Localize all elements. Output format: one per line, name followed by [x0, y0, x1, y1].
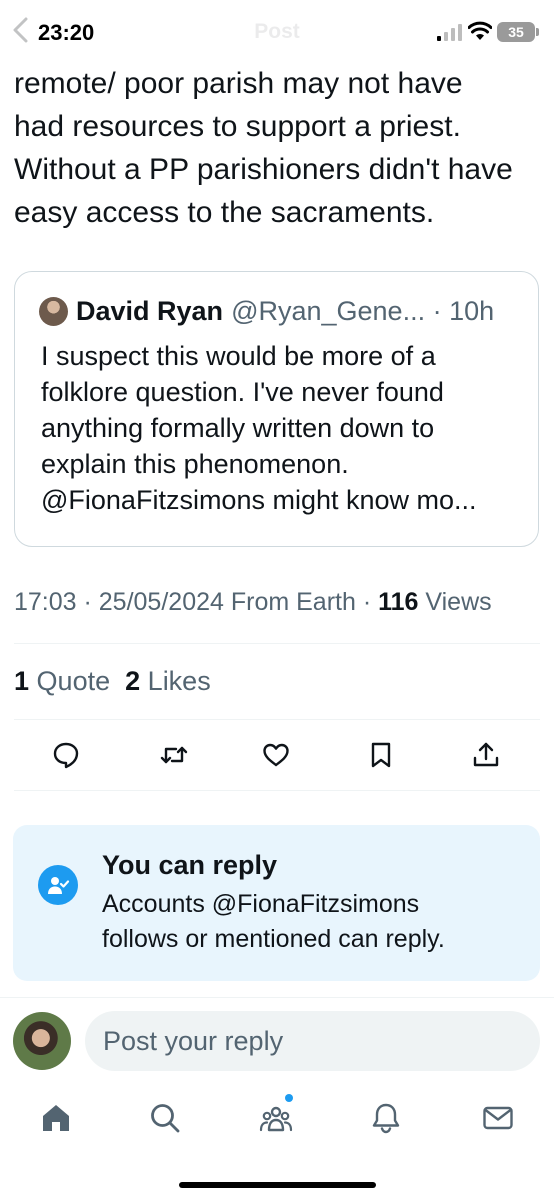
post-text-line: easy access to the sacraments. — [14, 196, 435, 229]
communities-badge-dot — [285, 1094, 293, 1102]
quoted-text-line: @FionaFitzsimons might know mo... — [41, 485, 477, 515]
messages-icon — [483, 1106, 513, 1130]
post-text-line: Without a PP parishioners didn't have — [14, 153, 513, 186]
post-text-line: had resources to support a priest. — [14, 110, 461, 143]
quoted-post-header: David Ryan @Ryan_Gene... · 10h — [39, 294, 522, 328]
reply-restriction-card: You can reply Accounts @FionaFitzsimons … — [13, 825, 540, 981]
divider — [14, 790, 540, 791]
quoted-text-line: anything formally written down to — [41, 413, 435, 443]
quoted-text-line: I suspect this would be more of a — [41, 341, 436, 371]
like-button[interactable] — [261, 740, 291, 770]
battery-nub — [536, 28, 539, 36]
quoted-author-handle: @Ryan_Gene... · 10h — [231, 295, 495, 326]
status-bar: Post 23:20 35 — [0, 0, 554, 66]
reply-restriction-title: You can reply — [102, 850, 278, 880]
reply-icon — [53, 742, 79, 769]
repost-button[interactable] — [159, 740, 189, 770]
battery-indicator: 35 — [497, 22, 535, 42]
notifications-icon — [372, 1103, 400, 1134]
repost-icon — [160, 746, 188, 764]
tab-home[interactable] — [39, 1101, 73, 1135]
reply-input[interactable] — [85, 1011, 540, 1071]
cellular-signal-icon — [437, 24, 462, 41]
tab-search[interactable] — [148, 1101, 182, 1135]
likes-count[interactable]: 2 — [125, 666, 140, 696]
post-stats: 1 Quote 2 Likes — [14, 666, 211, 697]
quotes-count[interactable]: 1 — [14, 666, 29, 696]
quotes-label[interactable]: Quote — [37, 666, 111, 696]
home-indicator[interactable] — [179, 1182, 376, 1188]
home-icon — [43, 1105, 69, 1131]
divider — [14, 719, 540, 720]
communities-icon — [259, 1106, 293, 1132]
bookmark-button[interactable] — [366, 740, 396, 770]
post-meta: 17:03 · 25/05/2024 From Earth · 116 View… — [14, 588, 554, 617]
quoted-post-text: I suspect this would be more of a folklo… — [41, 338, 521, 518]
bookmark-icon — [371, 742, 391, 768]
user-check-icon — [48, 877, 70, 894]
like-icon — [263, 743, 289, 767]
post-timestamp: 17:03 · 25/05/2024 From Earth · — [14, 588, 379, 616]
tab-communities[interactable] — [259, 1101, 293, 1135]
share-button[interactable] — [471, 740, 501, 770]
reply-permission-badge — [38, 865, 78, 905]
quoted-author-avatar — [39, 296, 68, 326]
share-icon — [473, 742, 499, 767]
wifi-icon — [468, 21, 492, 40]
quoted-post-card[interactable]: David Ryan @Ryan_Gene... · 10h I suspect… — [14, 271, 539, 547]
views-label[interactable]: Views — [418, 588, 491, 616]
composer-divider — [0, 997, 554, 998]
divider — [14, 643, 540, 644]
post-text: remote/ poor parish may not have had res… — [14, 62, 544, 234]
tab-messages[interactable] — [481, 1101, 515, 1135]
user-avatar[interactable] — [13, 1012, 71, 1070]
post-detail-screen: remote/ poor parish may not have had res… — [0, 0, 554, 1200]
tab-notifications[interactable] — [369, 1101, 403, 1135]
reply-restriction-line: follows or mentioned can reply. — [102, 925, 445, 953]
post-text-line: remote/ poor parish may not have — [14, 67, 463, 100]
reply-restriction-line: Accounts @FionaFitzsimons — [102, 890, 420, 918]
status-time: 23:20 — [38, 20, 95, 45]
search-icon — [151, 1104, 180, 1133]
likes-label[interactable]: Likes — [148, 666, 211, 696]
quoted-text-line: explain this phenomenon. — [41, 449, 349, 479]
reply-restriction-description: Accounts @FionaFitzsimons follows or men… — [102, 887, 522, 957]
views-count[interactable]: 116 — [378, 588, 418, 616]
reply-button[interactable] — [51, 740, 81, 770]
quoted-text-line: folklore question. I've never found — [41, 377, 444, 407]
quoted-author-name: David Ryan — [76, 295, 224, 326]
